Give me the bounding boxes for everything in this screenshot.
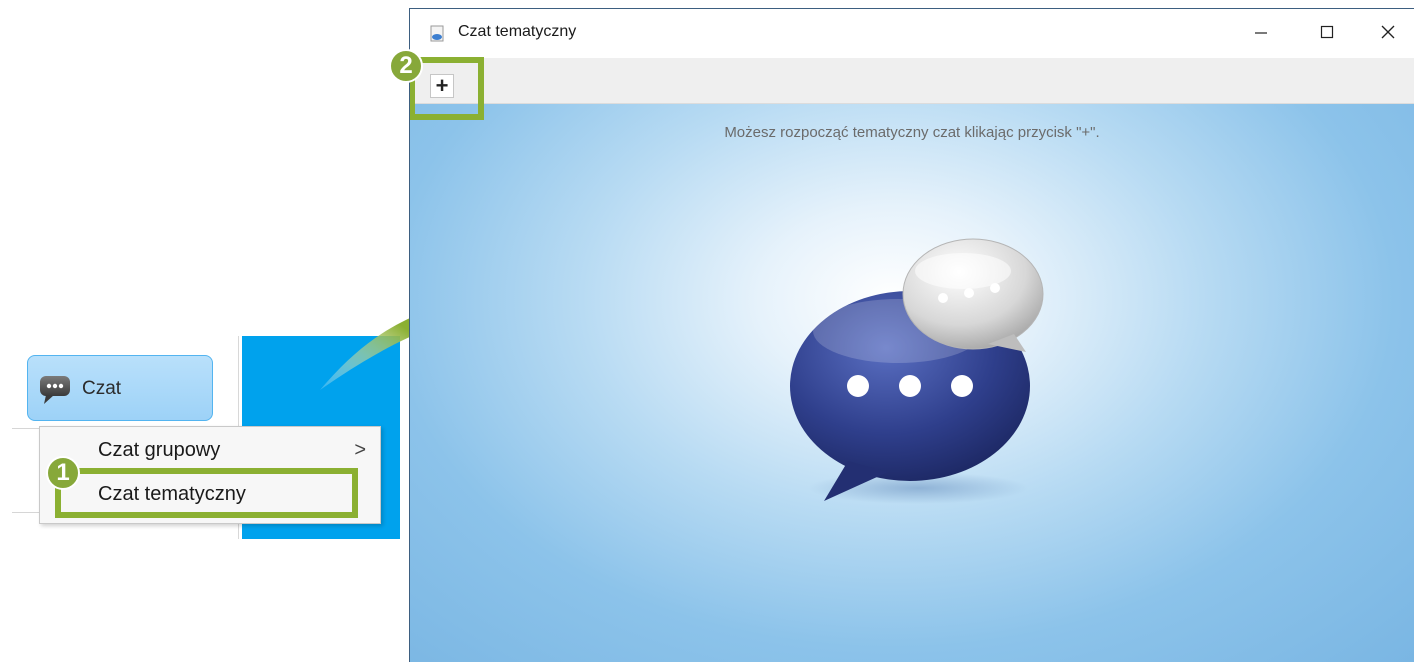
toolbar: + (410, 58, 1414, 104)
maximize-icon (1320, 25, 1334, 39)
title-bar: Czat tematyczny (410, 9, 1414, 58)
chat-bubble-icon (40, 376, 70, 404)
chevron-right-icon: > (354, 439, 366, 461)
chat-button-label: Czat (82, 378, 122, 399)
minimize-button[interactable] (1238, 18, 1284, 48)
hint-text: Możesz rozpocząć tematyczny czat klikają… (724, 124, 1100, 141)
step-badge-1: 1 (46, 456, 80, 490)
chat-button[interactable]: Czat (27, 355, 213, 421)
close-icon (1381, 25, 1395, 39)
close-button[interactable] (1365, 18, 1411, 48)
highlight-box-step1 (55, 468, 358, 518)
maximize-button[interactable] (1304, 18, 1350, 48)
minimize-icon (1255, 32, 1267, 34)
topic-chat-window: Czat tematyczny + Możesz rozpocząć temat… (409, 8, 1414, 662)
app-icon (430, 25, 444, 42)
menu-item-group-chat[interactable]: Czat grupowy (98, 439, 220, 462)
chat-bubbles-illustration (790, 238, 1044, 504)
chat-content-area: Możesz rozpocząć tematyczny czat klikają… (410, 104, 1414, 662)
step-badge-2: 2 (389, 49, 423, 83)
window-title: Czat tematyczny (458, 23, 577, 40)
